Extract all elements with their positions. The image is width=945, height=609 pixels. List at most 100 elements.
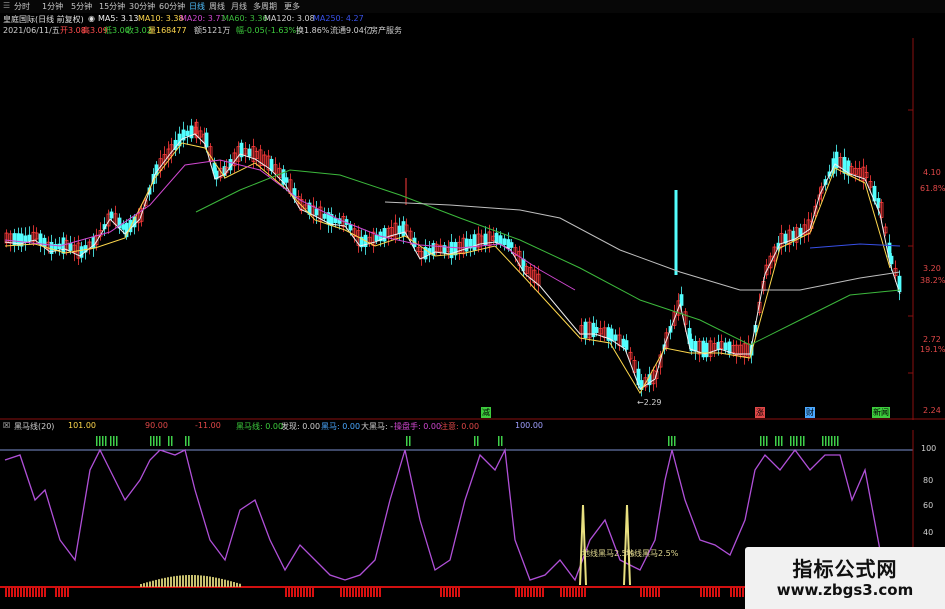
candle-body <box>509 242 514 248</box>
candle-body <box>704 342 709 358</box>
tab-more[interactable]: 更多 <box>284 1 300 12</box>
signal-tick <box>775 436 777 446</box>
indicator-bar <box>364 587 366 597</box>
candle-body <box>889 255 894 265</box>
indicator-bar <box>143 583 145 587</box>
candle-body <box>284 177 289 183</box>
indicator-bar <box>440 587 442 597</box>
tab-multi-period[interactable]: 多周期 <box>253 1 277 12</box>
candlestick-chart[interactable] <box>0 38 945 420</box>
indicator-bar <box>170 576 172 587</box>
indicator-bar <box>5 587 7 597</box>
indicator-bar <box>209 576 211 587</box>
indicator-bar <box>367 587 369 597</box>
signal-tick <box>96 436 98 446</box>
tab-weekly[interactable]: 周线 <box>209 1 225 12</box>
tab-timeshare[interactable]: 分时 <box>14 1 30 12</box>
signal-tick <box>763 436 765 446</box>
indicator-bar <box>291 587 293 597</box>
indicator-bar <box>349 587 351 597</box>
signal-tick <box>825 436 827 446</box>
candle-body <box>322 213 327 219</box>
tab-30min[interactable]: 30分钟 <box>129 1 155 12</box>
indicator-bar <box>158 579 160 587</box>
event-marker[interactable]: 财 <box>805 407 815 418</box>
indicator-bar <box>140 584 142 587</box>
indicator-bar <box>230 581 232 587</box>
signal-spike <box>579 504 587 586</box>
tab-monthly[interactable]: 月线 <box>231 1 247 12</box>
indicator-bar <box>733 587 735 597</box>
indicator-menu-icon[interactable]: ☒ <box>3 421 10 430</box>
indicator-bar <box>706 587 708 597</box>
signal-tick <box>793 436 795 446</box>
indicator-bar <box>518 587 520 597</box>
indicator-bar <box>191 575 193 587</box>
tab-15min[interactable]: 15分钟 <box>99 1 125 12</box>
indicator-bar <box>38 587 40 597</box>
quote-amount: 额5121万 <box>194 26 231 35</box>
info-toggle-icon[interactable]: ◉ <box>88 14 95 23</box>
candle-body <box>494 232 499 244</box>
indicator-bar <box>26 587 28 597</box>
indicator-value: 101.00 <box>68 421 96 430</box>
indicator-bar <box>455 587 457 597</box>
signal-tick <box>668 436 670 446</box>
indicator-bar <box>739 587 741 597</box>
price-axis-label: 38.2% <box>920 276 945 285</box>
signal-tick <box>674 436 676 446</box>
indicator-bar <box>446 587 448 597</box>
indicator-bar <box>182 575 184 587</box>
candle-body <box>591 322 596 338</box>
indicator-bar <box>212 577 214 587</box>
watermark-logo: 指标公式网 www.zbgs3.com <box>745 547 945 609</box>
indicator-bar <box>155 579 157 587</box>
tab-1min[interactable]: 1分钟 <box>42 1 63 12</box>
indicator-bar <box>206 576 208 587</box>
ma60-value: MA60: 3.36 <box>222 14 268 23</box>
signal-tick <box>796 436 798 446</box>
indicator-bar <box>188 575 190 587</box>
indicator-bar <box>288 587 290 597</box>
signal-tick <box>671 436 673 446</box>
quote-change: 幅-0.05(-1.63%) <box>236 26 300 35</box>
indicator-bar <box>203 575 205 587</box>
candle-body <box>506 239 511 249</box>
menu-icon[interactable]: ☰ <box>3 1 10 10</box>
candle-body <box>38 233 43 245</box>
indicator-bar <box>41 587 43 597</box>
candle-body <box>27 234 32 241</box>
tab-5min[interactable]: 5分钟 <box>71 1 92 12</box>
signal-label: 地线黑马2.5% <box>626 549 679 558</box>
tab-60min[interactable]: 60分钟 <box>159 1 185 12</box>
signal-tick <box>113 436 115 446</box>
candle-body <box>333 218 338 224</box>
ma5-value: MA5: 3.13 <box>98 14 139 23</box>
indicator-bar <box>167 577 169 587</box>
indicator-bar <box>55 587 57 597</box>
indicator-bar <box>227 580 229 587</box>
indicator-bar <box>379 587 381 597</box>
tab-daily[interactable]: 日线 <box>189 1 205 12</box>
event-marker[interactable]: 新闻 <box>872 407 890 418</box>
indicator-bar <box>655 587 657 597</box>
signal-tick <box>159 436 161 446</box>
indicator-bar <box>560 587 562 597</box>
event-marker[interactable]: 减 <box>481 407 491 418</box>
indicator-bar <box>179 575 181 587</box>
indicator-bar <box>224 579 226 587</box>
candle-body <box>624 340 629 350</box>
indicator-bar <box>584 587 586 597</box>
indicator-bar <box>197 575 199 587</box>
indicator-bar <box>581 587 583 597</box>
signal-tick <box>409 436 411 446</box>
event-marker[interactable]: 涨 <box>755 407 765 418</box>
indicator-bar <box>658 587 660 597</box>
indicator-bar <box>297 587 299 597</box>
signal-tick <box>105 436 107 446</box>
candle-body <box>498 235 503 245</box>
indicator-bar <box>569 587 571 597</box>
price-axis-label: 61.8% <box>920 184 945 193</box>
indicator-bar <box>340 587 342 597</box>
ma20-value: MA20: 3.71 <box>180 14 226 23</box>
